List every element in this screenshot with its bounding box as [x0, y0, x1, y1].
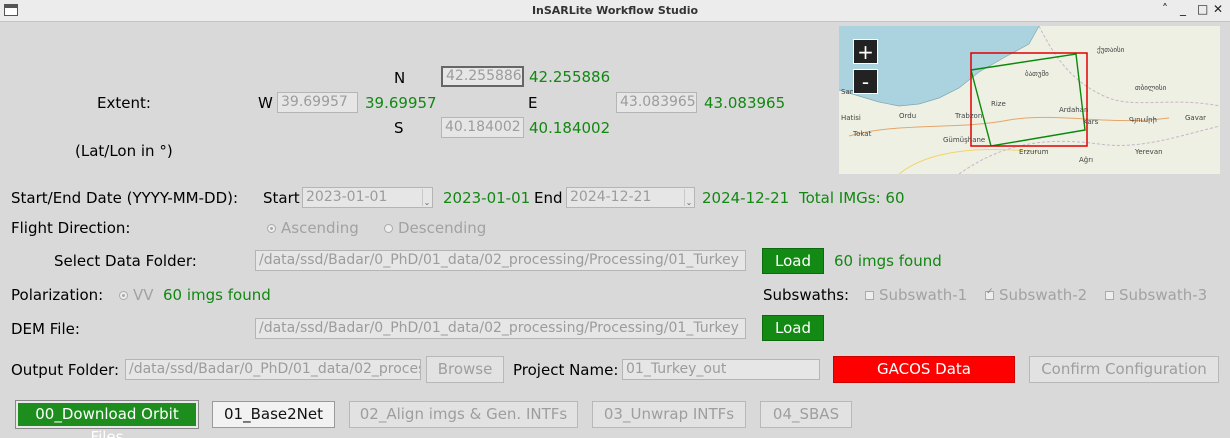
ascending-radio-icon — [267, 224, 276, 233]
map-label-erzurum: Erzurum — [1019, 148, 1049, 156]
subswath-1-check-icon — [865, 291, 874, 300]
polarization-vv-radio[interactable]: VV — [119, 286, 154, 304]
start-date-input[interactable]: 2023-01-01 ⌄ — [302, 187, 433, 208]
subswath-2-label: Subswath-2 — [999, 286, 1088, 304]
window-maximize-button[interactable]: □ — [1197, 2, 1208, 16]
output-folder-input[interactable]: /data/ssd/Badar/0_PhD/01_data/02_process… — [125, 359, 421, 380]
map-label-gavar: Gavar — [1185, 114, 1207, 122]
date-range-label: Start/End Date (YYYY-MM-DD): — [11, 189, 239, 207]
subswath-1-checkbox[interactable]: Subswath-1 — [865, 286, 967, 304]
window-close-button[interactable]: ✕ — [1213, 2, 1223, 16]
total-images: Total IMGs: 60 — [799, 189, 905, 207]
start-date-label: Start — [263, 189, 300, 207]
step-base2net-button[interactable]: 01_Base2Net — [212, 401, 335, 428]
end-date-label: End — [534, 189, 563, 207]
step-download-orbit-files-button[interactable]: 00_Download Orbit Files — [15, 400, 199, 438]
ascending-label: Ascending — [281, 219, 359, 237]
start-date-value: 2023-01-01 — [443, 189, 531, 207]
dem-file-input[interactable]: /data/ssd/Badar/0_PhD/01_data/02_process… — [255, 318, 746, 339]
confirm-configuration-button[interactable]: Confirm Configuration — [1029, 356, 1219, 383]
extent-label: Extent: — [97, 94, 151, 112]
west-value: 39.69957 — [365, 94, 437, 112]
step-unwrap-intfs-button[interactable]: 03_Unwrap INTFs — [592, 401, 746, 428]
subswath-3-check-icon — [1105, 291, 1114, 300]
descending-radio-icon — [384, 224, 393, 233]
north-label: N — [394, 69, 406, 87]
project-name-label: Project Name: — [513, 361, 619, 379]
end-date-value: 2024-12-21 — [702, 189, 790, 207]
dem-load-button[interactable]: Load — [762, 315, 824, 341]
step-align-gen-intfs-button[interactable]: 02_Align imgs & Gen. INTFs — [349, 401, 578, 428]
map-label-gumushane: Gümüşhane — [943, 136, 986, 144]
data-folder-load-button[interactable]: Load — [762, 248, 824, 274]
north-input[interactable]: 42.255886 — [441, 66, 524, 87]
window-minimize-button[interactable]: _ — [1180, 2, 1186, 16]
extent-map[interactable]: Samsun Hatisi Ordu Tokat Trabzon Rize Gü… — [839, 26, 1220, 174]
map-label-tokat: Tokat — [853, 130, 872, 138]
map-label-ordu: Ordu — [899, 112, 917, 120]
end-date-input[interactable]: 2024-12-21 ⌄ — [566, 187, 695, 208]
vv-radio-icon — [119, 291, 128, 300]
ascending-radio[interactable]: Ascending — [267, 219, 359, 237]
east-label: E — [528, 94, 538, 112]
map-label-rize: Rize — [991, 100, 1006, 108]
map-label-tbilisi: თბილისი — [1135, 84, 1167, 92]
subswath-3-label: Subswath-3 — [1119, 286, 1208, 304]
west-input[interactable]: 39.69957 — [277, 92, 358, 113]
subswath-2-check-icon — [985, 287, 994, 300]
subswath-3-checkbox[interactable]: Subswath-3 — [1105, 286, 1207, 304]
subswath-2-checkbox[interactable]: Subswath-2 — [985, 286, 1087, 304]
window-title: InSARLite Workflow Studio — [531, 4, 699, 17]
dem-file-label: DEM File: — [11, 320, 80, 338]
output-folder-label: Output Folder: — [11, 361, 120, 379]
east-input[interactable]: 43.083965 — [616, 92, 697, 113]
data-folder-status: 60 imgs found — [834, 252, 942, 270]
start-date-dropdown-icon[interactable]: ⌄ — [422, 189, 431, 207]
start-date-text: 2023-01-01 — [306, 189, 388, 205]
map-label-batumi: ბათუმი — [1025, 70, 1049, 78]
data-folder-label: Select Data Folder: — [54, 252, 197, 270]
polarization-label: Polarization: — [11, 286, 104, 304]
subswaths-label: Subswaths: — [763, 286, 850, 304]
map-label-yerevan: Yerevan — [1135, 148, 1163, 156]
map-zoom-in-button[interactable]: + — [853, 39, 878, 64]
data-folder-input[interactable]: /data/ssd/Badar/0_PhD/01_data/02_process… — [255, 250, 746, 271]
browse-button[interactable]: Browse — [426, 356, 504, 383]
step-sbas-button[interactable]: 04_SBAS — [760, 401, 852, 428]
window-collapse-button[interactable]: ˄ — [1162, 2, 1168, 16]
south-value: 40.184002 — [529, 119, 611, 137]
polarization-option: VV — [133, 286, 154, 304]
polarization-status: 60 imgs found — [163, 286, 271, 304]
extent-unit-note: (Lat/Lon in °) — [75, 142, 173, 160]
map-label-ardahan: Ardahan — [1059, 106, 1089, 114]
east-value: 43.083965 — [704, 94, 786, 112]
end-date-dropdown-icon[interactable]: ⌄ — [684, 189, 693, 207]
map-label-trabzon: Trabzon — [955, 112, 983, 120]
gacos-data-button[interactable]: GACOS Data — [833, 356, 1015, 383]
flight-direction-label: Flight Direction: — [11, 219, 131, 237]
map-label-1: Hatisi — [841, 114, 861, 122]
subswath-1-label: Subswath-1 — [879, 286, 968, 304]
map-label-kars: Kars — [1083, 118, 1099, 126]
north-value: 42.255886 — [529, 68, 611, 86]
map-label-agri: Ağrı — [1079, 156, 1094, 164]
title-bar: InSARLite Workflow Studio ˄ _ □ ✕ — [0, 0, 1230, 22]
project-name-input[interactable]: 01_Turkey_out — [622, 359, 820, 380]
descending-radio[interactable]: Descending — [384, 219, 486, 237]
west-label: W — [258, 94, 273, 112]
south-input[interactable]: 40.184002 — [441, 117, 524, 138]
south-label: S — [394, 119, 404, 137]
map-label-kutaisi: ქუთაისი — [1097, 46, 1125, 54]
map-zoom-out-button[interactable]: - — [853, 69, 878, 94]
descending-label: Descending — [398, 219, 487, 237]
map-label-gyumri: Գյումրի — [1129, 116, 1157, 124]
end-date-text: 2024-12-21 — [570, 189, 652, 205]
